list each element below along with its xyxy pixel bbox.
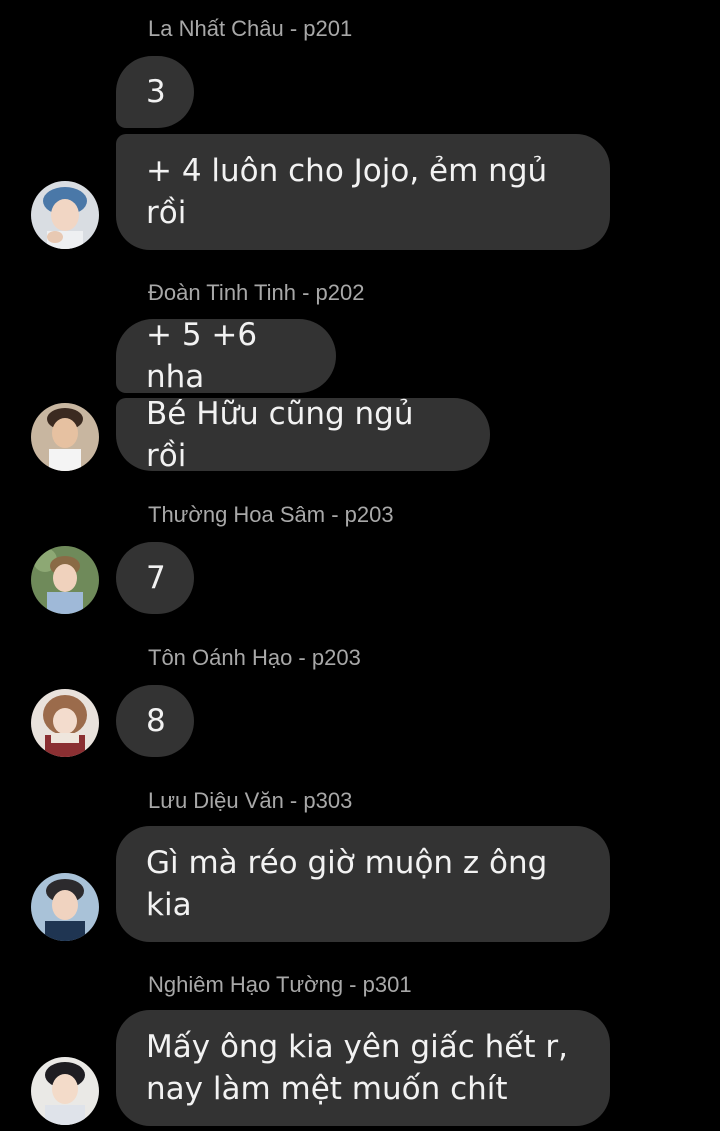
avatar-icon [31, 546, 99, 614]
message-bubble[interactable]: + 5 +6 nha [116, 319, 336, 393]
message-bubble[interactable]: Mấy ông kia yên giấc hết r, nay làm mệt … [116, 1010, 610, 1126]
avatar-icon [31, 403, 99, 471]
avatar-icon [31, 181, 99, 249]
avatar-icon [31, 689, 99, 757]
sender-name: Nghiêm Hạo Tường - p301 [148, 972, 412, 997]
avatar-icon [31, 1057, 99, 1125]
avatar[interactable] [31, 1057, 99, 1125]
message-bubble[interactable]: Bé Hữu cũng ngủ rồi [116, 398, 490, 471]
message-bubble[interactable]: 7 [116, 542, 194, 614]
sender-name: La Nhất Châu - p201 [148, 16, 353, 41]
sender-name: Thường Hoa Sâm - p203 [148, 502, 394, 527]
avatar[interactable] [31, 546, 99, 614]
sender-name: Đoàn Tinh Tinh - p202 [148, 280, 365, 305]
avatar[interactable] [31, 689, 99, 757]
sender-name: Lưu Diệu Văn - p303 [148, 788, 353, 813]
avatar[interactable] [31, 181, 99, 249]
message-bubble[interactable]: 3 [116, 56, 194, 128]
sender-name: Tôn Oánh Hạo - p203 [148, 645, 361, 670]
avatar-icon [31, 873, 99, 941]
message-bubble[interactable]: Gì mà réo giờ muộn z ông kia [116, 826, 610, 942]
avatar[interactable] [31, 873, 99, 941]
message-bubble[interactable]: 8 [116, 685, 194, 757]
message-bubble[interactable]: + 4 luôn cho Jojo, ẻm ngủ rồi [116, 134, 610, 250]
avatar[interactable] [31, 403, 99, 471]
